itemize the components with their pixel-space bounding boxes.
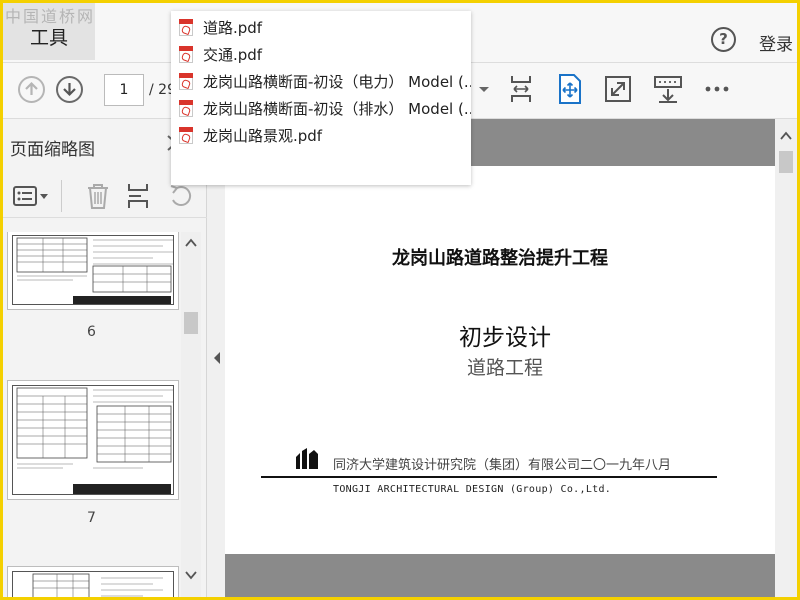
- recent-files-dropdown: 道路.pdf 交通.pdf 龙岗山路横断面-初设（电力） Model (.. 龙…: [171, 11, 471, 185]
- next-page-icon[interactable]: [56, 76, 83, 103]
- title-rule: [261, 476, 717, 478]
- fit-width-icon[interactable]: [506, 73, 536, 105]
- collapse-panel-icon[interactable]: [213, 351, 221, 365]
- pdf-icon: [179, 100, 193, 117]
- thumbnail-content: [12, 235, 174, 305]
- rotate-page-icon[interactable]: [167, 182, 197, 214]
- tools-label: 工具: [29, 27, 68, 49]
- login-button[interactable]: 登录: [759, 30, 793, 55]
- document-subtitle: 道路工程: [466, 357, 543, 379]
- read-mode-icon[interactable]: [653, 73, 683, 105]
- more-icon[interactable]: [703, 77, 733, 109]
- document-page: 龙岗山路道路整治提升工程 初步设计 道路工程 同济大学建筑设计研究院（集团）有限…: [225, 166, 775, 554]
- scroll-up-icon[interactable]: [185, 238, 197, 248]
- options-menu-icon[interactable]: [13, 184, 51, 214]
- page-thumbnail[interactable]: [7, 566, 179, 597]
- pdf-icon: [179, 19, 193, 36]
- fit-page-icon[interactable]: [555, 73, 585, 105]
- recent-file-label: 龙岗山路景观.pdf: [203, 127, 323, 145]
- app-window: 工具 中国道桥网 ? 登录 / 29: [3, 3, 797, 597]
- chevron-down-icon[interactable]: [477, 81, 491, 95]
- panel-splitter[interactable]: [207, 119, 225, 597]
- toolbar-divider: [61, 180, 62, 212]
- recent-file-item[interactable]: 龙岗山路景观.pdf: [171, 122, 471, 149]
- recent-file-item[interactable]: 交通.pdf: [171, 41, 471, 68]
- page-thumbnail[interactable]: [7, 380, 179, 500]
- organization-name-english: TONGJI ARCHITECTURAL DESIGN (Group) Co.,…: [333, 484, 612, 495]
- help-icon[interactable]: ?: [711, 27, 736, 52]
- page-thumbnail[interactable]: [7, 232, 179, 310]
- thumbnail-page-number: 6: [87, 324, 96, 340]
- thumbnail-list: 6 7: [3, 232, 207, 597]
- pdf-icon: [179, 127, 193, 144]
- thumbnail-scrollbar[interactable]: [181, 232, 201, 597]
- insert-page-icon[interactable]: [125, 182, 153, 214]
- thumbnail-content: [12, 385, 174, 495]
- recent-file-label: 交通.pdf: [203, 46, 263, 64]
- pdf-icon: [179, 46, 193, 63]
- thumbnail-page-number: 7: [87, 510, 96, 526]
- recent-file-label: 龙岗山路横断面-初设（电力） Model (..: [203, 73, 471, 91]
- scroll-down-icon[interactable]: [185, 570, 197, 580]
- document-viewer[interactable]: 龙岗山路道路整治提升工程 初步设计 道路工程 同济大学建筑设计研究院（集团）有限…: [225, 119, 775, 597]
- page-number-input[interactable]: [104, 74, 144, 106]
- recent-file-item[interactable]: 龙岗山路横断面-初设（排水） Model (..: [171, 95, 471, 122]
- prev-page-icon[interactable]: [18, 76, 45, 103]
- thumbnail-content: [12, 571, 174, 597]
- recent-file-item[interactable]: 龙岗山路横断面-初设（电力） Model (..: [171, 68, 471, 95]
- organization-name: 同济大学建筑设计研究院（集团）有限公司二〇一九年八月: [333, 458, 672, 473]
- recent-file-label: 道路.pdf: [203, 19, 263, 37]
- watermark-text: 中国道桥网: [5, 7, 96, 26]
- design-stage: 初步设计: [459, 325, 551, 351]
- scrollbar-thumb[interactable]: [779, 151, 793, 173]
- recent-file-label: 龙岗山路横断面-初设（排水） Model (..: [203, 100, 471, 118]
- thumbnail-panel: 页面缩略图 6 7: [3, 119, 207, 597]
- panel-title: 页面缩略图: [10, 140, 95, 160]
- company-logo-icon: [296, 448, 318, 469]
- recent-file-item[interactable]: 道路.pdf: [171, 14, 471, 41]
- scroll-up-icon[interactable]: [780, 131, 792, 141]
- document-scrollbar[interactable]: [775, 119, 797, 597]
- project-title: 龙岗山路道路整治提升工程: [392, 248, 608, 269]
- delete-page-icon[interactable]: [85, 182, 111, 214]
- pdf-icon: [179, 73, 193, 90]
- scrollbar-thumb[interactable]: [184, 312, 198, 334]
- fullscreen-icon[interactable]: [603, 73, 633, 105]
